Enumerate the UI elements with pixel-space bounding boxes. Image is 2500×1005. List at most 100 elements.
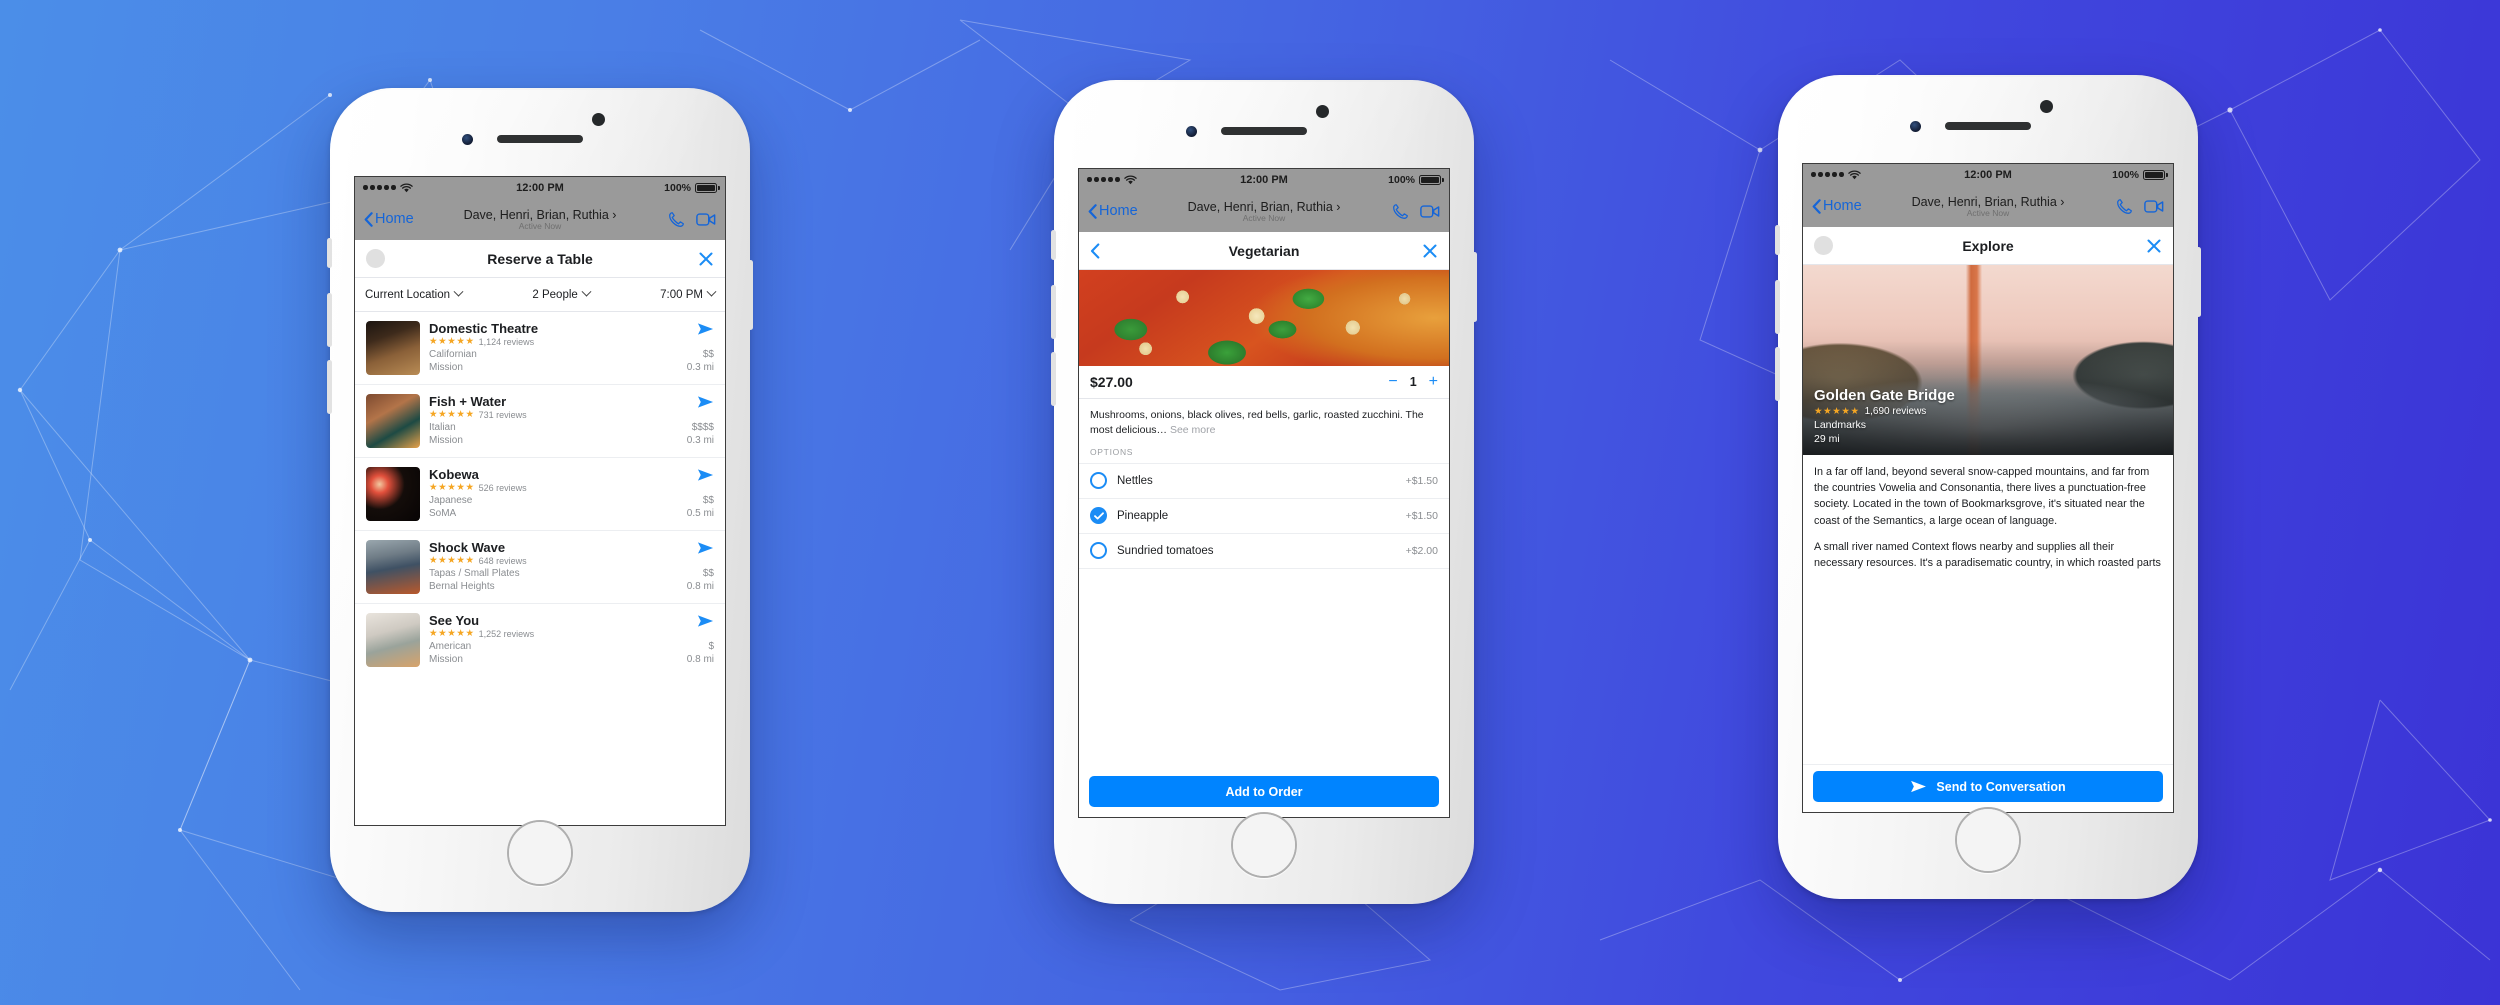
neighborhood: SoMA bbox=[429, 508, 457, 519]
distance: 0.5 mi bbox=[686, 508, 714, 519]
volume-down-button[interactable] bbox=[327, 360, 332, 414]
thread-header[interactable]: Dave, Henri, Brian, Ruthia › Active Now bbox=[1912, 195, 2065, 218]
list-item[interactable]: Domestic Theatre ★★★★★ 1,124 reviews Cal… bbox=[355, 312, 725, 385]
list-item[interactable]: See You ★★★★★ 1,252 reviews American $ Mi… bbox=[355, 604, 725, 676]
thread-presence: Active Now bbox=[1242, 212, 1286, 223]
status-right: 100% bbox=[1388, 173, 1444, 186]
power-button[interactable] bbox=[748, 260, 753, 330]
close-icon[interactable] bbox=[1422, 243, 1438, 259]
rating: ★★★★★ 731 reviews bbox=[429, 410, 714, 420]
back-to-home-button[interactable]: Home bbox=[1812, 198, 1862, 214]
restaurant-name: See You bbox=[429, 613, 480, 628]
option-row[interactable]: Sundried tomatoes +$2.00 bbox=[1079, 532, 1449, 568]
send-icon[interactable] bbox=[697, 321, 714, 336]
mute-switch[interactable] bbox=[1775, 225, 1780, 255]
battery-percent: 100% bbox=[1388, 173, 1415, 186]
send-icon[interactable] bbox=[697, 540, 714, 555]
filter-time[interactable]: 7:00 PM bbox=[660, 286, 717, 301]
stars-icon: ★★★★★ bbox=[429, 409, 475, 421]
back-to-home-button[interactable]: Home bbox=[364, 211, 414, 227]
stars-icon: ★★★★★ bbox=[1814, 405, 1860, 417]
rating: ★★★★★ 526 reviews bbox=[429, 483, 714, 493]
option-price: +$1.50 bbox=[1405, 509, 1438, 522]
phone-icon[interactable] bbox=[2116, 198, 2133, 215]
list-item[interactable]: Fish + Water ★★★★★ 731 reviews Italian $$… bbox=[355, 385, 725, 458]
status-time: 12:00 PM bbox=[516, 181, 564, 194]
thread-header[interactable]: Dave, Henri, Brian, Ruthia › Active Now bbox=[1188, 200, 1341, 223]
send-icon[interactable] bbox=[697, 613, 714, 628]
vegetarian-item-sheet: Vegetarian $27.00 − 1 + Mushrooms, onion… bbox=[1079, 232, 1449, 817]
wifi-icon bbox=[1123, 175, 1137, 184]
distance: 0.3 mi bbox=[686, 435, 714, 446]
volume-up-button[interactable] bbox=[1775, 280, 1780, 334]
back-label: Home bbox=[1099, 203, 1138, 219]
see-more-link[interactable]: See more bbox=[1170, 424, 1216, 436]
send-to-conversation-label: Send to Conversation bbox=[1936, 779, 2066, 794]
checkbox-unchecked-icon[interactable] bbox=[1090, 542, 1107, 560]
sheet-title: Vegetarian bbox=[1228, 242, 1300, 259]
send-to-conversation-button[interactable]: Send to Conversation bbox=[1813, 771, 2163, 802]
decrement-button[interactable]: − bbox=[1388, 374, 1397, 390]
price-row: $27.00 − 1 + bbox=[1079, 366, 1449, 399]
video-camera-icon[interactable] bbox=[696, 212, 716, 227]
phone-screen-1: 12:00 PM 100% Home Dave, Henri, Brian, R… bbox=[354, 176, 726, 826]
volume-up-button[interactable] bbox=[1051, 285, 1056, 339]
option-name: Nettles bbox=[1117, 474, 1153, 487]
volume-down-button[interactable] bbox=[1051, 352, 1056, 406]
option-row[interactable]: Pineapple +$1.50 bbox=[1079, 497, 1449, 533]
checkbox-unchecked-icon[interactable] bbox=[1090, 472, 1107, 490]
phone-icon[interactable] bbox=[1392, 203, 1409, 220]
filter-party-size[interactable]: 2 People bbox=[532, 286, 592, 301]
cuisine: Tapas / Small Plates bbox=[429, 568, 520, 579]
list-item[interactable]: Shock Wave ★★★★★ 648 reviews Tapas / Sma… bbox=[355, 531, 725, 604]
option-row[interactable]: Nettles +$1.50 bbox=[1079, 462, 1449, 498]
rating: ★★★★★ 1,252 reviews bbox=[429, 629, 714, 639]
thread-header[interactable]: Dave, Henri, Brian, Ruthia › Active Now bbox=[464, 208, 617, 231]
mute-switch[interactable] bbox=[1051, 230, 1056, 260]
place-description-scroll[interactable]: In a far off land, beyond several snow-c… bbox=[1803, 455, 2173, 764]
status-left bbox=[1087, 175, 1137, 185]
reserve-a-table-sheet: Reserve a Table Current Location 2 Peopl… bbox=[355, 240, 725, 825]
explore-sheet: Explore Golden Gate Bridge ★★★★★ 1,690 r… bbox=[1803, 227, 2173, 812]
power-button[interactable] bbox=[1472, 252, 1477, 322]
front-camera-icon bbox=[1186, 126, 1197, 137]
phone-icon[interactable] bbox=[668, 211, 685, 228]
battery-icon bbox=[695, 182, 720, 193]
add-to-order-button[interactable]: Add to Order bbox=[1089, 776, 1439, 807]
item-hero-image bbox=[1079, 270, 1449, 366]
close-icon[interactable] bbox=[2146, 238, 2162, 254]
volume-down-button[interactable] bbox=[1775, 347, 1780, 401]
restaurant-name: Kobewa bbox=[429, 467, 479, 482]
quantity-stepper: − 1 + bbox=[1388, 374, 1438, 390]
home-button[interactable] bbox=[1231, 812, 1297, 878]
thread-chevron-icon: › bbox=[2060, 194, 2065, 209]
neighborhood: Mission bbox=[429, 435, 463, 446]
filter-location[interactable]: Current Location bbox=[365, 286, 464, 301]
video-camera-icon[interactable] bbox=[1420, 204, 1440, 219]
checkbox-checked-icon[interactable] bbox=[1090, 507, 1107, 525]
wifi-icon bbox=[1847, 170, 1861, 179]
mute-switch[interactable] bbox=[327, 238, 332, 268]
quantity-value: 1 bbox=[1409, 375, 1417, 389]
place-overlay: Golden Gate Bridge ★★★★★ 1,690 reviews L… bbox=[1803, 377, 2173, 455]
status-bar: 12:00 PM 100% bbox=[1803, 164, 2173, 185]
close-icon[interactable] bbox=[698, 251, 714, 267]
status-bar: 12:00 PM 100% bbox=[1079, 169, 1449, 190]
power-button[interactable] bbox=[2196, 247, 2201, 317]
increment-button[interactable]: + bbox=[1429, 374, 1438, 390]
home-button[interactable] bbox=[507, 820, 573, 886]
battery-icon bbox=[1419, 174, 1444, 185]
volume-up-button[interactable] bbox=[327, 293, 332, 347]
restaurant-thumbnail bbox=[366, 540, 420, 594]
chevron-left-icon[interactable] bbox=[1090, 242, 1100, 259]
video-camera-icon[interactable] bbox=[2144, 199, 2164, 214]
phone-reserve-a-table: 12:00 PM 100% Home Dave, Henri, Brian, R… bbox=[327, 88, 753, 912]
home-button[interactable] bbox=[1955, 807, 2021, 873]
add-to-order-label: Add to Order bbox=[1225, 784, 1303, 799]
send-icon[interactable] bbox=[697, 394, 714, 409]
back-to-home-button[interactable]: Home bbox=[1088, 203, 1138, 219]
list-item[interactable]: Kobewa ★★★★★ 526 reviews Japanese $$ SoMA… bbox=[355, 458, 725, 531]
send-icon[interactable] bbox=[697, 467, 714, 482]
sheet-header: Reserve a Table bbox=[355, 240, 725, 278]
signal-dots-icon bbox=[1811, 172, 1844, 177]
